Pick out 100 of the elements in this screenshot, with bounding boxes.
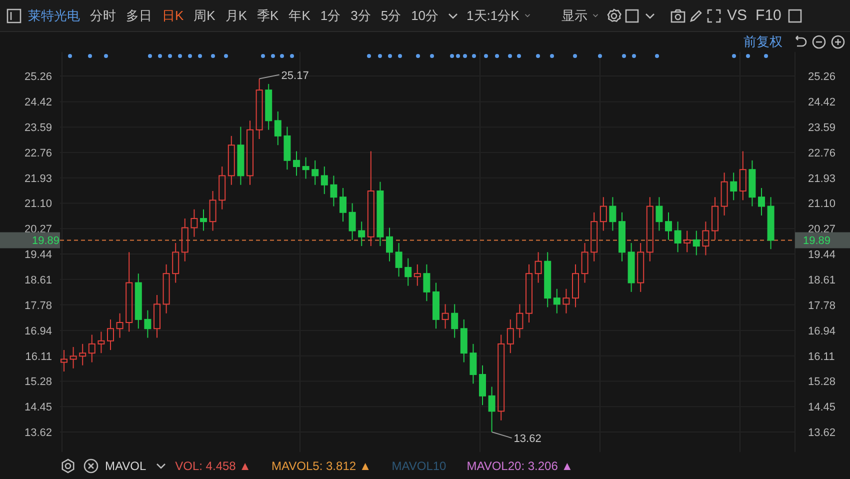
period-tab[interactable]: 多日: [122, 6, 156, 26]
period-tab[interactable]: 月K: [221, 6, 252, 26]
event-marker-icon[interactable]: [598, 54, 602, 58]
candlestick: [88, 334, 96, 363]
indicator-value: MAVOL5: 3.812 ▲: [272, 458, 372, 474]
event-marker-icon[interactable]: [655, 54, 659, 58]
candlestick: [237, 126, 244, 186]
event-marker-icon[interactable]: [224, 54, 228, 58]
event-marker-icon[interactable]: [148, 54, 152, 58]
period-tab[interactable]: 季K: [253, 6, 283, 26]
indicator-name[interactable]: MAVOL: [105, 456, 146, 474]
pencil-icon[interactable]: [688, 8, 704, 24]
candlestick: [730, 172, 738, 201]
event-marker-icon[interactable]: [378, 54, 382, 58]
event-marker-icon[interactable]: [632, 54, 636, 58]
axis-label: 15.28: [808, 376, 836, 388]
period-tab[interactable]: 年K: [284, 6, 314, 26]
event-marker-icon[interactable]: [450, 54, 454, 58]
event-marker-icon[interactable]: [367, 54, 371, 58]
event-marker-icon[interactable]: [495, 54, 499, 58]
candlestick: [506, 318, 514, 354]
candlestick: [628, 242, 635, 292]
event-marker-icon[interactable]: [430, 54, 434, 58]
candlestick: [516, 304, 524, 338]
candlestick: [702, 221, 710, 256]
period-tab[interactable]: 日K: [158, 6, 188, 26]
event-marker-icon[interactable]: [104, 54, 108, 58]
event-marker-icon[interactable]: [168, 54, 172, 58]
adjust-mode-button[interactable]: 前复权: [737, 32, 788, 52]
event-marker-icon[interactable]: [517, 54, 521, 58]
dropdown-button[interactable]: 1天:1分K: [462, 6, 536, 26]
fullscreen-icon[interactable]: [706, 8, 722, 24]
period-tab[interactable]: 1分: [316, 6, 345, 26]
axis-label: 19.44: [808, 249, 836, 261]
settings-icon[interactable]: [60, 458, 76, 474]
candlestick: [618, 212, 626, 262]
close-icon[interactable]: [82, 458, 98, 474]
period-tab[interactable]: 5分: [376, 6, 406, 26]
axis-label: 16.11: [808, 350, 835, 363]
candlestick: [376, 181, 384, 247]
event-marker-icon[interactable]: [88, 54, 92, 58]
event-marker-icon[interactable]: [573, 54, 577, 58]
camera-icon[interactable]: [670, 8, 686, 24]
event-marker-icon[interactable]: [484, 54, 488, 58]
candlestick: [302, 156, 310, 180]
candlestick: [739, 150, 746, 201]
event-marker-icon[interactable]: [472, 54, 476, 58]
event-marker-icon[interactable]: [158, 54, 162, 58]
period-tab[interactable]: 3分: [346, 6, 375, 26]
toolbar-button[interactable]: VS: [724, 6, 750, 26]
axis-label: 23.59: [24, 122, 52, 134]
zoom-in-icon[interactable]: [830, 34, 846, 50]
candlestick: [144, 310, 152, 338]
axis-label: 25.26: [24, 71, 52, 83]
axis-label: 17.78: [808, 300, 836, 312]
event-marker-icon[interactable]: [732, 54, 736, 58]
toolbar-button[interactable]: F10: [752, 6, 785, 26]
candlestick: [562, 288, 570, 314]
event-marker-icon[interactable]: [211, 54, 215, 58]
event-marker-icon[interactable]: [416, 54, 420, 58]
candlestick: [637, 242, 644, 292]
event-marker-icon[interactable]: [178, 54, 182, 58]
period-tab[interactable]: 周K: [190, 6, 220, 26]
candlestick: [534, 252, 542, 284]
indicator-value: MAVOL20: 3.206 ▲: [466, 458, 574, 474]
event-marker-icon[interactable]: [746, 54, 750, 58]
candlestick: [312, 160, 319, 186]
price-label: 19.89: [795, 232, 850, 248]
window-icon[interactable]: [786, 8, 803, 24]
event-marker-icon[interactable]: [188, 54, 192, 58]
event-marker-icon[interactable]: [198, 54, 202, 58]
event-marker-icon[interactable]: [622, 54, 626, 58]
candlestick: [767, 196, 774, 250]
period-tab[interactable]: 10分: [407, 6, 443, 26]
event-marker-icon[interactable]: [68, 54, 72, 58]
period-tab[interactable]: 分时: [86, 6, 120, 26]
event-marker-icon[interactable]: [398, 54, 402, 58]
axis-label: 16.11: [25, 350, 52, 363]
event-marker-icon[interactable]: [388, 54, 392, 58]
candlestick: [246, 120, 254, 186]
dropdown-button[interactable]: 显示: [558, 6, 604, 26]
axis-label: 17.78: [24, 300, 52, 312]
event-marker-icon[interactable]: [456, 54, 460, 58]
candlestick: [609, 196, 616, 232]
event-marker-icon[interactable]: [290, 54, 294, 58]
candlestick: [581, 242, 588, 284]
sidebar-icon[interactable]: [6, 8, 22, 24]
event-marker-icon[interactable]: [550, 54, 554, 58]
axis-label: 25.26: [808, 71, 836, 83]
square-icon[interactable]: [624, 8, 640, 24]
event-marker-icon[interactable]: [463, 54, 467, 58]
settings-icon[interactable]: [606, 8, 622, 24]
event-marker-icon[interactable]: [280, 54, 284, 58]
candlestick: [600, 196, 607, 232]
zoom-out-icon[interactable]: [810, 34, 827, 50]
event-marker-icon[interactable]: [536, 54, 540, 58]
event-marker-icon[interactable]: [261, 54, 265, 58]
event-marker-icon[interactable]: [508, 54, 512, 58]
event-marker-icon[interactable]: [271, 54, 275, 58]
event-marker-icon[interactable]: [764, 54, 768, 58]
